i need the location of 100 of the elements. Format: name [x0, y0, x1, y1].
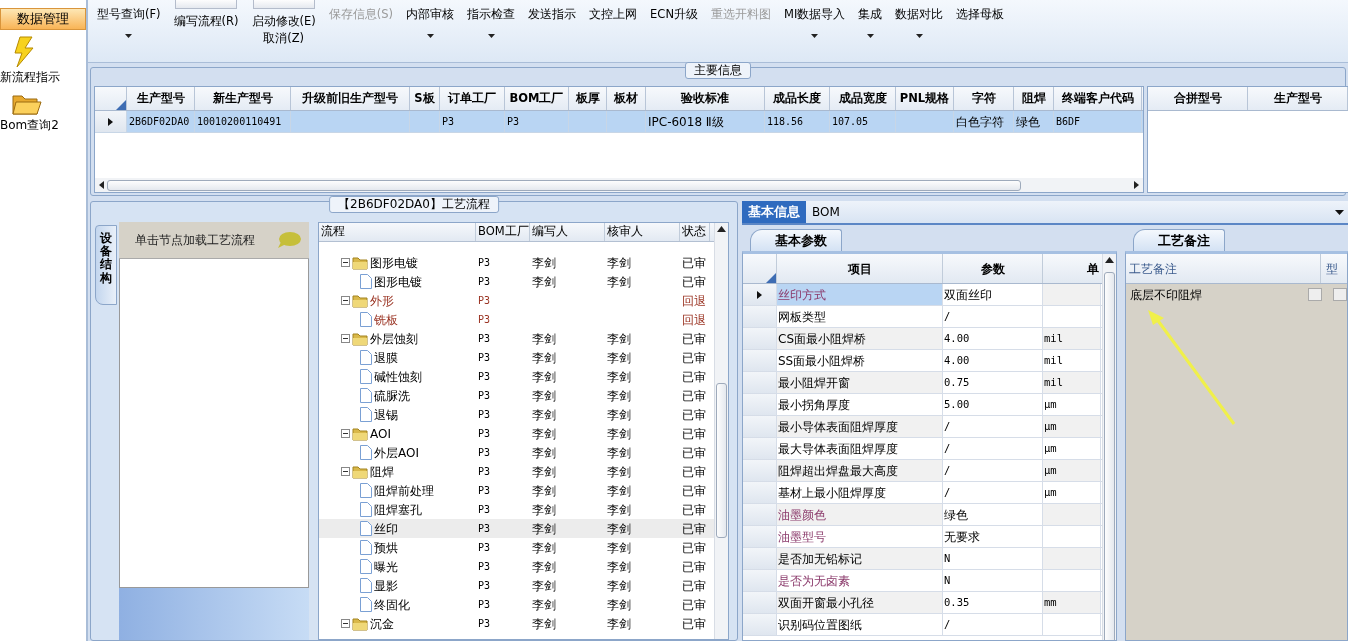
table-row[interactable]: 双面开窗最小孔径 0.35 mm [743, 592, 1102, 614]
scroll-right-icon[interactable] [1134, 181, 1139, 189]
toolbar-button[interactable]: 选择母板 [956, 0, 1005, 23]
collapse-icon[interactable] [341, 334, 350, 343]
side-tab[interactable]: 设备结构 [95, 225, 117, 305]
column-header[interactable]: 型 [1323, 254, 1348, 283]
tree-row[interactable]: 退锡 P3 李剑 李剑 已审 [319, 405, 714, 424]
scroll-thumb[interactable] [107, 179, 1021, 191]
tree-row[interactable]: 显影 P3 李剑 李剑 已审 [319, 576, 714, 595]
column-header[interactable]: 阻焊 [1014, 87, 1054, 110]
scroll-thumb[interactable] [1104, 272, 1115, 640]
tree-row[interactable]: 硫脲洗 P3 李剑 李剑 已审 [319, 386, 714, 405]
column-header[interactable]: 订单工厂 [440, 87, 505, 110]
row-header [743, 306, 777, 327]
column-header[interactable]: 流程 [319, 223, 476, 241]
table-row[interactable]: 最小阻焊开窗 0.75 mil [743, 372, 1102, 394]
table-row[interactable]: 2B6DF02DA0 10010200110491 P3 P3 IPC-6018 Ⅱ级 118.56 107.05 白色字符 绿色 B6DF [95, 111, 1143, 133]
tree-row[interactable]: 外层蚀刻 P3 李剑 李剑 已审 [319, 329, 714, 348]
toolbar-button[interactable]: 启动修改(E) 取消(Z) [251, 0, 316, 47]
tree-row[interactable]: 阻焊前处理 P3 李剑 李剑 已审 [319, 481, 714, 500]
section-tab[interactable]: 数据管理 [0, 8, 86, 30]
tree-row[interactable]: 外形 P3 回退 [319, 291, 714, 310]
tree-row[interactable]: 图形电镀 P3 李剑 李剑 已审 [319, 253, 714, 272]
tree-row[interactable]: 退膜 P3 李剑 李剑 已审 [319, 348, 714, 367]
tree-row[interactable]: 碱性蚀刻 P3 李剑 李剑 已审 [319, 367, 714, 386]
column-header[interactable]: 成品宽度 [830, 87, 896, 110]
column-header[interactable]: 成品长度 [765, 87, 830, 110]
tree-row[interactable]: AOI P3 李剑 李剑 已审 [319, 424, 714, 443]
column-header[interactable]: BOM工厂 [505, 87, 569, 110]
tree-row[interactable]: 铣板 P3 回退 [319, 310, 714, 329]
toolbar-button[interactable]: 集成 [858, 0, 883, 38]
dropdown-icon[interactable] [1335, 209, 1344, 215]
toolbar-button[interactable]: ECN升级 [650, 0, 698, 23]
column-header[interactable]: 工艺备注 [1126, 254, 1321, 283]
column-header[interactable]: 字符 [954, 87, 1014, 110]
column-header[interactable]: 参数 [943, 254, 1043, 283]
group-title: 【2B6DF02DA0】工艺流程 [329, 196, 499, 213]
table-cell: 107.05 [830, 111, 896, 132]
toolbar-button[interactable]: 文控上网 [589, 0, 638, 23]
column-header[interactable]: 新生产型号 [195, 87, 291, 110]
row-header [743, 592, 777, 613]
collapse-icon[interactable] [341, 429, 350, 438]
table-row[interactable]: 油墨颜色 绿色 [743, 504, 1102, 526]
table-row[interactable]: 最小导体表面阻焊厚度 / μm [743, 416, 1102, 438]
sidebar-item[interactable]: Bom查询2 [0, 92, 86, 134]
column-header[interactable]: 生产型号 [127, 87, 195, 110]
tree-row[interactable]: 阻焊塞孔 P3 李剑 李剑 已审 [319, 500, 714, 519]
toolbar-button[interactable]: 型号查询(F) [97, 0, 161, 38]
scroll-left-icon[interactable] [99, 181, 104, 189]
column-header[interactable]: 生产型号 [1248, 87, 1348, 110]
column-header[interactable]: 板厚 [569, 87, 607, 110]
tab[interactable]: 基本信息 [742, 201, 806, 223]
tree-row[interactable]: 外层AOI P3 李剑 李剑 已审 [319, 443, 714, 462]
tree-row[interactable]: 阻焊 P3 李剑 李剑 已审 [319, 462, 714, 481]
column-header[interactable]: 单 [1043, 254, 1101, 283]
toolbar-button[interactable]: 内部审核 [406, 0, 455, 38]
column-header[interactable]: 终端客户代码 [1054, 87, 1142, 110]
table-cell: / [943, 614, 1043, 635]
column-header[interactable]: 升级前旧生产型号 [291, 87, 410, 110]
column-header[interactable]: S板 [410, 87, 440, 110]
vertical-scrollbar[interactable] [1102, 254, 1116, 640]
column-header[interactable]: 状态 [680, 223, 710, 241]
scroll-thumb[interactable] [716, 383, 727, 538]
sidebar-item[interactable]: 新流程指示 [0, 36, 86, 86]
toolbar-button[interactable]: 编写流程(R) [173, 0, 239, 30]
column-header[interactable]: 验收标准 [646, 87, 765, 110]
tab[interactable]: 工艺备注 [1133, 229, 1225, 251]
table-row[interactable]: CS面最小阻焊桥 4.00 mil [743, 328, 1102, 350]
tree-row[interactable]: 终固化 P3 李剑 李剑 已审 [319, 595, 714, 614]
toolbar-button[interactable]: 发送指示 [528, 0, 577, 23]
tab[interactable]: 基本参数 [750, 229, 842, 251]
collapse-icon[interactable] [341, 619, 350, 628]
column-header[interactable]: 核审人 [605, 223, 680, 241]
toolbar-button[interactable]: MI数据导入 [784, 0, 846, 38]
table-row[interactable]: 识别码位置图纸 / [743, 614, 1102, 636]
column-header[interactable]: 编写人 [530, 223, 605, 241]
table-row[interactable]: 丝印方式 双面丝印 [743, 284, 1102, 306]
scroll-up-icon[interactable] [1105, 257, 1114, 263]
table-row[interactable]: 阻焊超出焊盘最大高度 / μm [743, 460, 1102, 482]
tree-row[interactable]: 预烘 P3 李剑 李剑 已审 [319, 538, 714, 557]
tree-row[interactable]: 曝光 P3 李剑 李剑 已审 [319, 557, 714, 576]
tree-row[interactable]: 丝印 P3 李剑 李剑 已审 [319, 519, 714, 538]
column-header[interactable]: BOM工厂 [476, 223, 530, 241]
table-row[interactable]: 是否加无铅标记 N [743, 548, 1102, 570]
collapse-icon[interactable] [341, 258, 350, 267]
column-header[interactable]: PNL规格 [896, 87, 954, 110]
column-header[interactable]: 项目 [777, 254, 943, 283]
horizontal-scrollbar[interactable] [95, 178, 1143, 192]
toolbar-button[interactable]: 指示检查 [467, 0, 516, 38]
tree-row[interactable]: 沉金 P3 李剑 李剑 已审 [319, 614, 714, 633]
scroll-up-icon[interactable] [717, 226, 726, 232]
collapse-icon[interactable] [341, 296, 350, 305]
tree-row[interactable]: 图形电镀 P3 李剑 李剑 已审 [319, 272, 714, 291]
row-pointer-icon [757, 290, 762, 299]
tab[interactable]: BOM [806, 201, 846, 223]
collapse-icon[interactable] [341, 467, 350, 476]
column-header[interactable]: 合拼型号 [1148, 87, 1248, 110]
column-header[interactable]: 板材 [607, 87, 646, 110]
vertical-scrollbar[interactable] [714, 223, 728, 639]
toolbar-button[interactable]: 数据对比 [895, 0, 944, 38]
